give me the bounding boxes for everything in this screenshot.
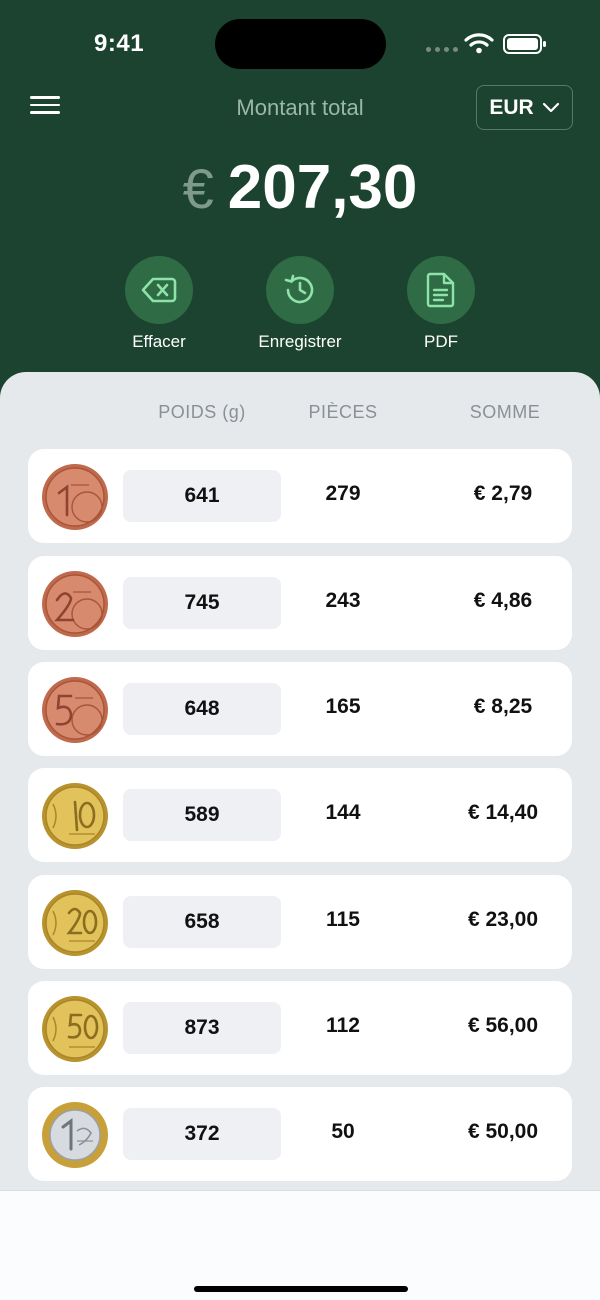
dynamic-island <box>215 19 386 69</box>
total-currency-symbol: € <box>182 157 214 220</box>
document-icon <box>426 272 455 308</box>
status-time: 9:41 <box>94 30 145 57</box>
sum-value: € 4,86 <box>473 589 533 612</box>
bottom-bar <box>0 1190 600 1300</box>
total-amount: € 207,30 <box>0 152 600 232</box>
sum-value: € 2,79 <box>473 482 533 505</box>
coin-2-cent-icon <box>42 571 108 637</box>
pieces-count: 50 <box>331 1120 355 1143</box>
chevron-down-icon <box>542 102 559 112</box>
coin-row-5-cent: 648 165 € 8,25 <box>28 662 572 756</box>
signal-dots-icon <box>426 47 458 52</box>
wifi-icon <box>464 33 494 54</box>
sum-value: € 23,00 <box>467 908 539 931</box>
coin-row-2-cent: 745 243 € 4,86 <box>28 556 572 650</box>
history-icon <box>284 274 314 304</box>
pdf-label: PDF <box>424 332 458 351</box>
sum-value: € 50,00 <box>467 1120 539 1143</box>
navigation-bar: Montant total EUR <box>0 84 600 132</box>
column-weight: POIDS (g) <box>158 402 246 422</box>
table-header: POIDS (g) PIÈCES SOMME <box>0 402 600 426</box>
column-sum: SOMME <box>469 402 541 422</box>
clear-button[interactable]: Effacer <box>104 256 214 352</box>
home-indicator <box>194 1286 408 1292</box>
total-value: 207,30 <box>227 153 418 222</box>
weight-input[interactable]: 641 <box>123 470 281 522</box>
battery-icon <box>503 34 546 54</box>
coin-1-cent-icon <box>42 464 108 530</box>
pdf-button[interactable]: PDF <box>386 256 496 352</box>
pieces-count: 243 <box>325 589 361 612</box>
weight-input[interactable]: 589 <box>123 789 281 841</box>
coin-10-cent-icon <box>42 783 108 849</box>
status-bar: 9:41 <box>0 0 600 90</box>
pieces-count: 112 <box>326 1014 360 1037</box>
pieces-count: 279 <box>325 482 361 505</box>
column-pieces: PIÈCES <box>308 402 378 422</box>
coin-1-euro-icon <box>42 1102 108 1168</box>
pieces-count: 165 <box>325 695 361 718</box>
save-button[interactable]: Enregistrer <box>245 256 355 352</box>
coin-row-1-euro: 372 50 € 50,00 <box>28 1087 572 1181</box>
sum-value: € 8,25 <box>473 695 533 718</box>
sum-value: € 14,40 <box>467 801 539 824</box>
weight-input[interactable]: 745 <box>123 577 281 629</box>
backspace-icon <box>141 277 177 303</box>
pieces-count: 144 <box>325 801 361 824</box>
currency-select-button[interactable]: EUR <box>476 85 573 130</box>
coin-20-cent-icon <box>42 890 108 956</box>
weight-input[interactable]: 648 <box>123 683 281 735</box>
clear-label: Effacer <box>132 332 186 351</box>
currency-label: EUR <box>489 95 534 119</box>
coin-50-cent-icon <box>42 996 108 1062</box>
pieces-count: 115 <box>326 908 360 931</box>
coin-row-1-cent: 641 279 € 2,79 <box>28 449 572 543</box>
weight-input[interactable]: 372 <box>123 1108 281 1160</box>
coin-row-10-cent: 589 144 € 14,40 <box>28 768 572 862</box>
coin-5-cent-icon <box>42 677 108 743</box>
coin-row-20-cent: 658 115 € 23,00 <box>28 875 572 969</box>
save-label: Enregistrer <box>258 332 342 351</box>
weight-input[interactable]: 658 <box>123 896 281 948</box>
sum-value: € 56,00 <box>467 1014 539 1037</box>
coin-row-50-cent: 873 112 € 56,00 <box>28 981 572 1075</box>
weight-input[interactable]: 873 <box>123 1002 281 1054</box>
